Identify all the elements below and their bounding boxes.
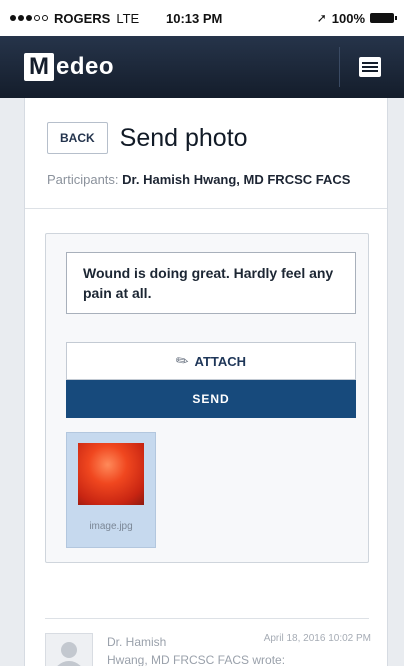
status-right: ➚ 100% — [316, 10, 397, 26]
main-content: BACK Send photo Participants: Dr. Hamish… — [24, 98, 388, 666]
title-row: BACK Send photo — [47, 122, 365, 154]
message-sender-line2: Hwang, MD FRCSC FACS wrote: — [107, 653, 286, 666]
attachment-filename: image.jpg — [89, 521, 133, 532]
signal-strength-icon — [10, 15, 48, 21]
page-title: Send photo — [119, 123, 248, 152]
message-meta: Dr. Hamish April 18, 2016 10:02 PM Hwang… — [107, 633, 371, 666]
status-bar: ROGERS LTE 10:13 PM ➚ 100% — [0, 0, 404, 36]
status-time: 10:13 PM — [166, 10, 223, 26]
participants: Participants: Dr. Hamish Hwang, MD FRCSC… — [47, 170, 365, 190]
attachment-image — [78, 443, 144, 505]
message-input[interactable]: Wound is doing great. Hardly feel any pa… — [66, 252, 356, 314]
logo-text: edeo — [56, 53, 115, 80]
participants-value: Dr. Hamish Hwang, MD FRCSC FACS — [122, 172, 351, 187]
attachment-thumbnail[interactable]: image.jpg — [66, 432, 156, 548]
user-avatar-icon — [45, 633, 93, 666]
paperclip-icon: ✎ — [172, 350, 193, 372]
message-header-row: Dr. Hamish April 18, 2016 10:02 PM — [107, 633, 371, 651]
battery-percent: 100% — [331, 10, 365, 26]
participants-label: Participants: — [47, 172, 119, 187]
medeo-logo[interactable]: M edeo — [24, 53, 114, 81]
menu-button[interactable] — [339, 47, 390, 87]
carrier-label: ROGERS — [54, 10, 111, 26]
message-sender: Dr. Hamish — [107, 635, 167, 649]
status-left: ROGERS LTE — [10, 11, 160, 26]
battery-icon — [370, 13, 397, 23]
send-button[interactable]: SEND — [66, 380, 356, 418]
logo-initial: M — [24, 53, 54, 81]
thread-message: Dr. Hamish April 18, 2016 10:02 PM Hwang… — [45, 618, 371, 666]
location-arrow-icon: ➚ — [316, 11, 327, 25]
hamburger-icon — [359, 57, 381, 77]
attach-label: ATTACH — [194, 353, 247, 369]
message-date: April 18, 2016 10:02 PM — [263, 633, 371, 644]
app-header: M edeo — [0, 36, 404, 98]
title-section: BACK Send photo Participants: Dr. Hamish… — [25, 98, 387, 209]
network-label: LTE — [116, 10, 140, 26]
attach-button[interactable]: ✎ ATTACH — [66, 342, 356, 380]
message-composer: Wound is doing great. Hardly feel any pa… — [45, 233, 369, 563]
back-button[interactable]: BACK — [47, 122, 108, 154]
